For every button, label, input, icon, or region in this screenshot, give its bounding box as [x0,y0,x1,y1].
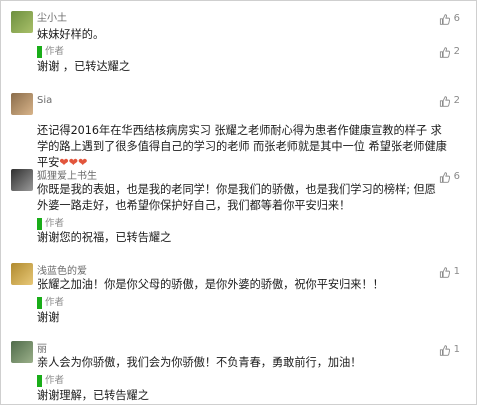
avatar[interactable] [11,169,33,191]
comment-list: 尘小土 妹妹好样的。 6 作者 2 谢谢 ，已转达耀之 Sia 还记得2016年… [0,0,477,405]
thumbs-up-icon [439,171,450,183]
author-label: 作者 [45,297,65,308]
comment-text: 妹妹好样的。 [37,28,105,41]
author-reply-marker [37,218,42,230]
comment-text: 张耀之加油！你是你父母的骄傲，是你外婆的骄傲，祝你平安归来！！ [37,278,384,291]
author-like-button[interactable]: 2 [439,46,460,58]
comment-body: 还记得2016年在华西结核病房实习 张耀之老师耐心得为患者作健康宣教的样子 求学… [37,124,447,169]
author-reply-text: 谢谢理解，已转告耀之 [37,389,149,402]
comment-text: 你既是我的表姐，也是我的老同学！你是我们的骄傲，也是我们学习的榜样; 但愿外婆一… [37,183,436,212]
like-count: 1 [453,266,460,277]
author-reply-marker [37,46,42,58]
like-count: 6 [453,171,460,182]
like-button[interactable]: 6 [439,171,460,183]
like-count: 2 [453,95,460,106]
commenter-name[interactable]: 尘小土 [37,13,67,25]
author-reply-marker [37,297,42,309]
like-count: 1 [453,344,460,355]
like-button[interactable]: 2 [439,95,460,107]
avatar[interactable] [11,263,33,285]
thumbs-up-icon [439,13,450,25]
author-label: 作者 [45,218,65,229]
commenter-name[interactable]: Sia [37,95,52,107]
thumbs-up-icon [439,266,450,278]
author-reply-text: 谢谢您的祝福，已转告耀之 [37,231,172,244]
comment-text: 还记得2016年在华西结核病房实习 张耀之老师耐心得为患者作健康宣教的样子 求学… [37,107,447,171]
thumbs-up-icon [439,95,450,107]
like-button[interactable]: 1 [439,266,460,278]
avatar[interactable] [11,93,33,115]
avatar[interactable] [11,11,33,33]
thumbs-up-icon [439,46,450,58]
comment-text: 亲人会为你骄傲，我们会为你骄傲！不负青春，勇敢前行，加油！ [37,356,362,369]
author-reply-text: 谢谢 [37,311,60,324]
author-reply-marker [37,375,42,387]
author-reply-text: 谢谢 ，已转达耀之 [37,60,131,73]
like-count: 2 [453,46,460,57]
thumbs-up-icon [439,344,450,356]
heart-emoji: ❤❤❤ [59,156,88,169]
avatar[interactable] [11,341,33,363]
author-label: 作者 [45,375,65,386]
like-button[interactable]: 1 [439,344,460,356]
like-count: 6 [453,13,460,24]
author-label: 作者 [45,46,65,57]
like-button[interactable]: 6 [439,13,460,25]
